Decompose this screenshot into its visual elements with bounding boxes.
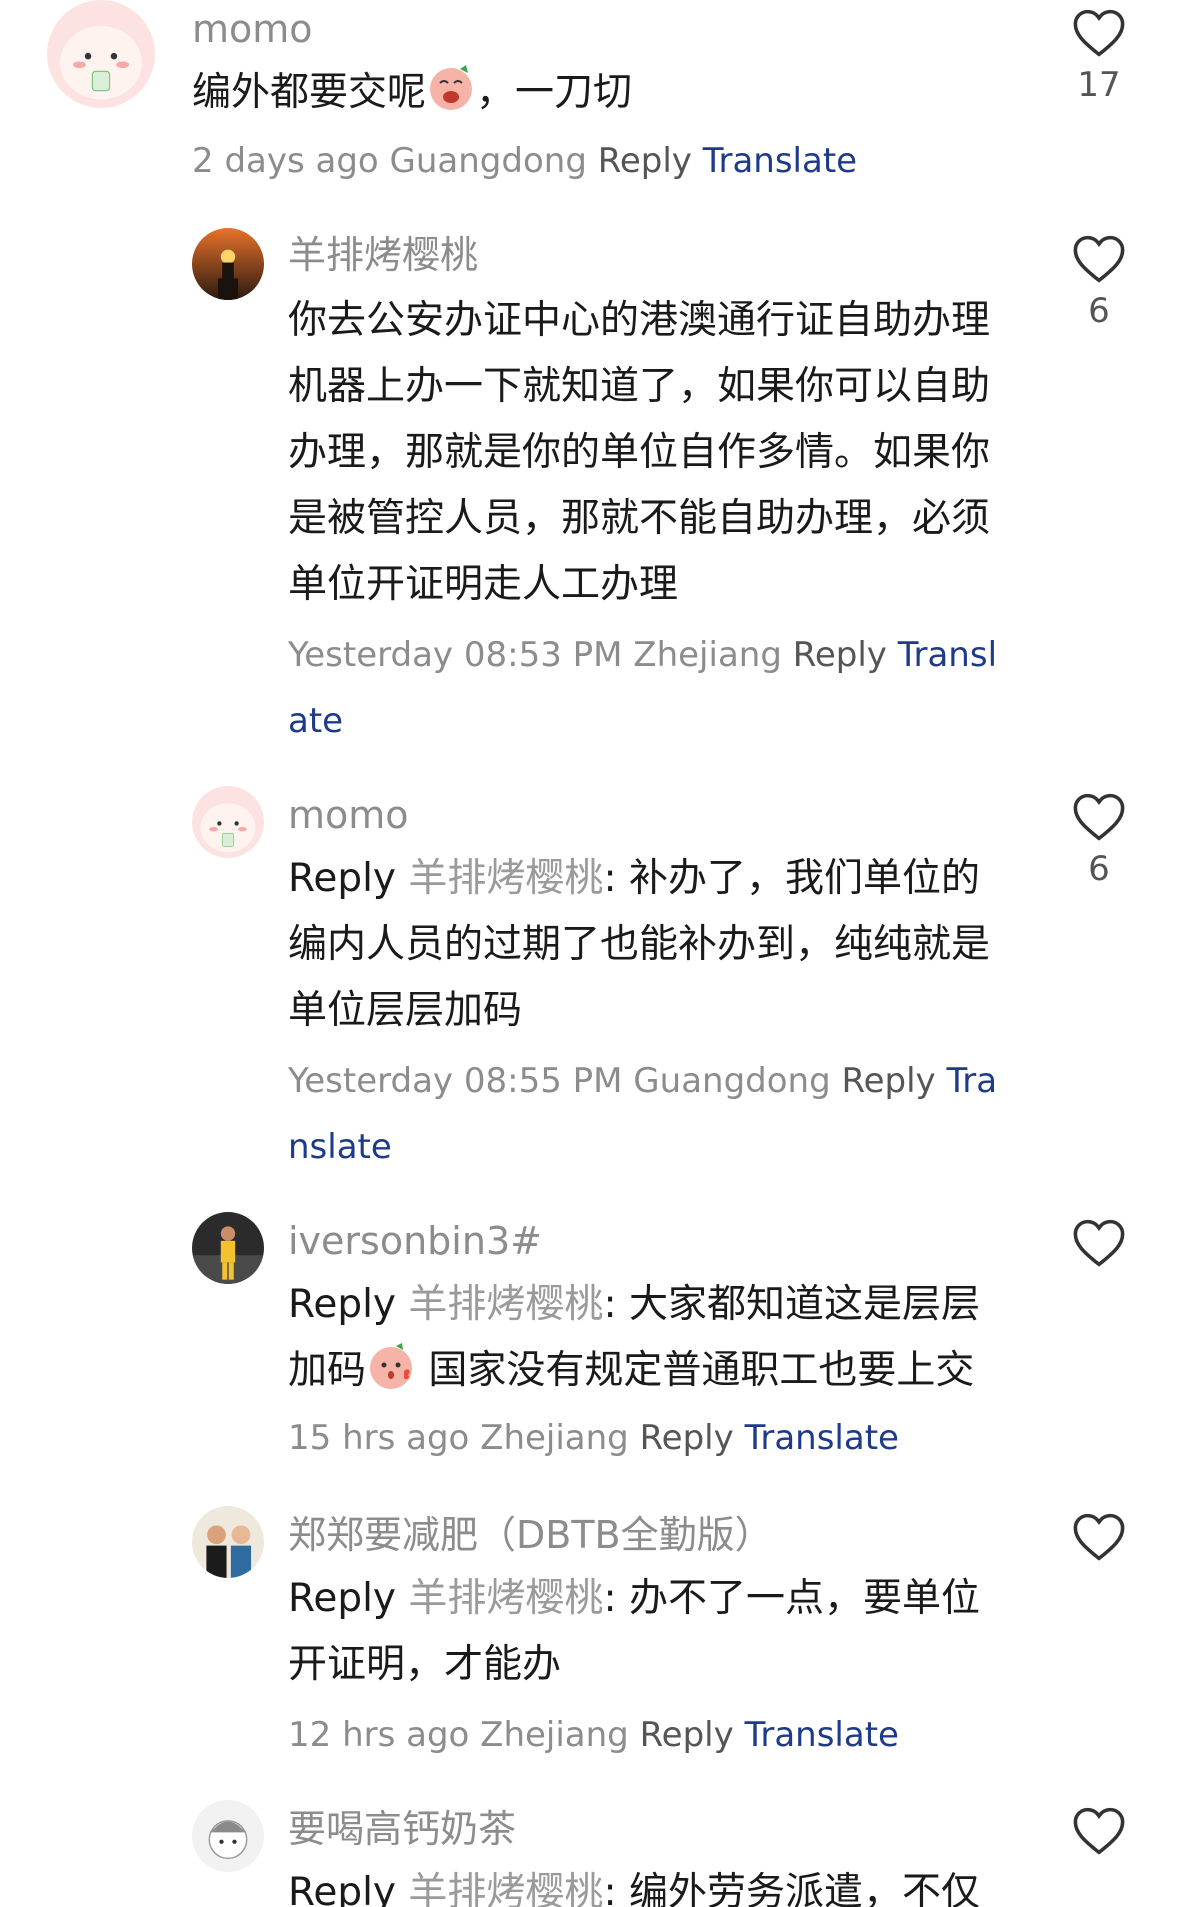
reply-prefix: Reply xyxy=(288,1282,397,1327)
username[interactable]: iversonbin3# xyxy=(288,1222,542,1260)
comment-text: Reply 羊排烤樱桃: 补办了，我们单位的编内人员的过期了也能补办到，纯纯就是… xyxy=(288,846,1018,1044)
avatar[interactable] xyxy=(192,1212,264,1284)
comment-text: Reply 羊排烤樱桃: 编外劳务派遣，不仅 xyxy=(288,1860,1018,1907)
like-button[interactable] xyxy=(1069,1806,1129,1856)
translate-button[interactable]: Transl xyxy=(898,635,997,675)
comment-meta: 15 hrs ago Zhejiang Reply Translate xyxy=(288,1418,899,1458)
translate-button[interactable]: Translate xyxy=(745,1715,899,1755)
avatar[interactable] xyxy=(192,1506,264,1578)
avatar[interactable] xyxy=(192,1800,264,1872)
like-button[interactable] xyxy=(1069,1512,1129,1562)
heart-outline-icon xyxy=(1073,1513,1125,1561)
reply-button[interactable]: Reply xyxy=(640,1715,734,1755)
like-button[interactable]: 17 xyxy=(1069,8,1129,102)
heart-outline-icon xyxy=(1073,235,1125,283)
crying-face-emoji-icon xyxy=(426,63,476,113)
comment-meta: 2 days ago Guangdong Reply Translate xyxy=(192,128,857,194)
comment-text: 编外都要交呢 ，一刀切 xyxy=(192,60,1012,126)
username[interactable]: 要喝高钙奶茶 xyxy=(288,1810,516,1848)
like-button[interactable] xyxy=(1069,1218,1129,1268)
like-button[interactable]: 6 xyxy=(1069,792,1129,886)
comment-text: Reply 羊排烤樱桃: 大家都知道这是层层加码 国家没有规定普通职工也要上交 … xyxy=(288,1272,1018,1471)
time-location: 15 hrs ago Zhejiang xyxy=(288,1418,629,1458)
reply-button[interactable]: Reply xyxy=(793,635,887,675)
comment-meta: Yesterday 08:55 PM Guangdong Reply Tra n… xyxy=(288,1048,1018,1180)
heart-outline-icon xyxy=(1073,1807,1125,1855)
heart-outline-icon xyxy=(1073,793,1125,841)
comment-meta: Yesterday 08:53 PM Zhejiang Reply Transl… xyxy=(288,622,1008,754)
reply-button[interactable]: Reply xyxy=(598,141,692,181)
reply-button[interactable]: Reply xyxy=(640,1418,734,1458)
reply-target-username[interactable]: 羊排烤樱桃 xyxy=(408,1870,603,1907)
time-location: Yesterday 08:53 PM Zhejiang xyxy=(288,635,782,675)
comment-text-part: 编外都要交呢 xyxy=(192,70,427,115)
like-button[interactable]: 6 xyxy=(1069,234,1129,328)
translate-button[interactable]: ate xyxy=(288,701,343,741)
comment-text-part: : 编外劳务派遣，不仅 xyxy=(603,1870,980,1907)
reply-target-username[interactable]: 羊排烤樱桃 xyxy=(408,856,603,901)
time-location: 2 days ago Guangdong xyxy=(192,141,587,181)
username[interactable]: momo xyxy=(192,10,313,48)
reply-prefix: Reply xyxy=(288,856,397,901)
username[interactable]: 羊排烤樱桃 xyxy=(288,236,478,274)
kissing-face-emoji-icon xyxy=(366,1341,416,1391)
comment-text: Reply 羊排烤樱桃: 办不了一点，要单位开证明，才能办 xyxy=(288,1566,1018,1698)
avatar[interactable] xyxy=(192,786,264,858)
heart-outline-icon xyxy=(1073,9,1125,57)
translate-button[interactable]: Translate xyxy=(745,1418,899,1458)
translate-button[interactable]: nslate xyxy=(288,1127,392,1167)
reply-prefix: Reply xyxy=(288,1870,397,1907)
reply-target-username[interactable]: 羊排烤樱桃 xyxy=(408,1576,603,1621)
translate-button[interactable]: Translate xyxy=(703,141,857,181)
username[interactable]: 郑郑要减肥（DBTB全勤版） xyxy=(288,1516,773,1554)
translate-button[interactable]: Tra xyxy=(946,1061,997,1101)
time-location: 12 hrs ago Zhejiang xyxy=(288,1715,629,1755)
avatar[interactable] xyxy=(192,228,264,300)
comment-text-part: 国家没有规定普通职工也要上交 xyxy=(416,1348,975,1393)
avatar[interactable] xyxy=(47,0,155,108)
reply-target-username[interactable]: 羊排烤樱桃 xyxy=(408,1282,603,1327)
reply-button[interactable]: Reply xyxy=(841,1061,935,1101)
username[interactable]: momo xyxy=(288,796,409,834)
reply-prefix: Reply xyxy=(288,1576,397,1621)
heart-outline-icon xyxy=(1073,1219,1125,1267)
time-location: Yesterday 08:55 PM Guangdong xyxy=(288,1061,831,1101)
like-count: 17 xyxy=(1077,65,1121,105)
comment-text-part: ，一刀切 xyxy=(476,70,633,115)
like-count: 6 xyxy=(1088,849,1110,889)
comment-meta: 12 hrs ago Zhejiang Reply Translate xyxy=(288,1702,1018,1768)
comment-text: 你去公安办证中心的港澳通行证自助办理机器上办一下就知道了，如果你可以自助办理，那… xyxy=(288,298,991,607)
like-count: 6 xyxy=(1088,291,1110,331)
